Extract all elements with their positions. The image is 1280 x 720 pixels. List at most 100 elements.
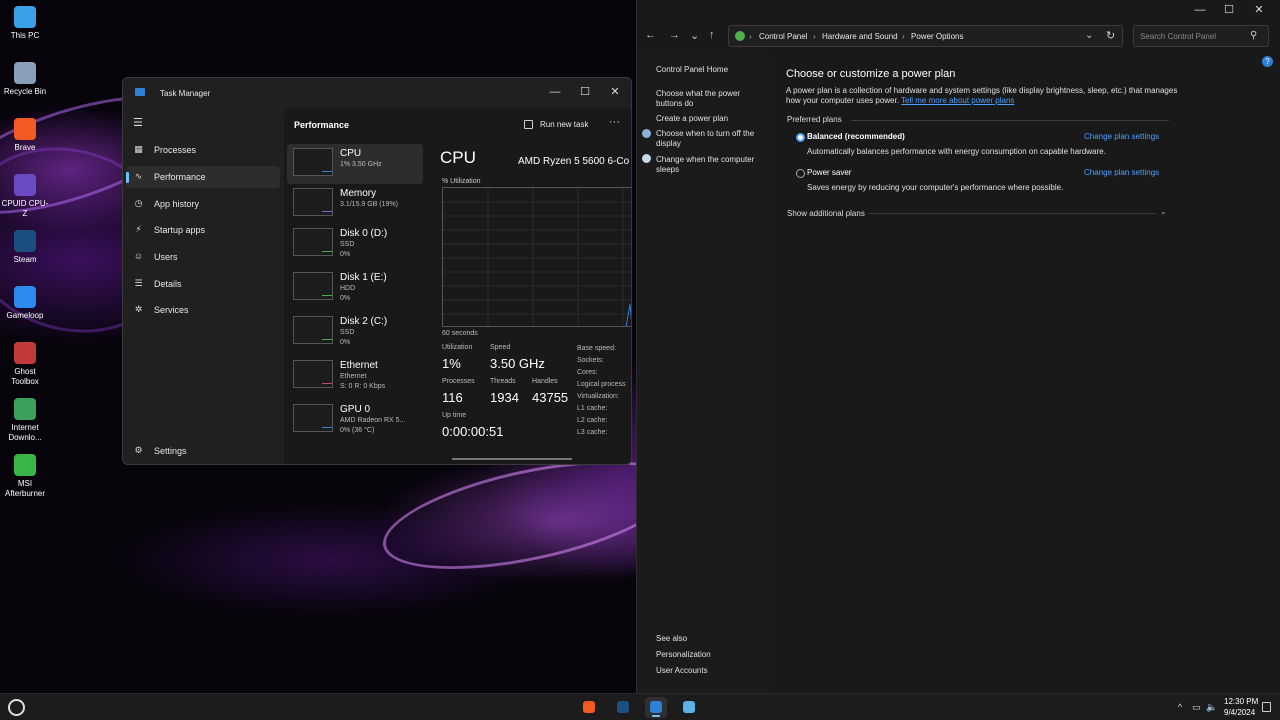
close-button[interactable]: ✕ (601, 82, 629, 102)
nav-item-label: Performance (154, 172, 206, 182)
taskbar-app-brave[interactable] (578, 697, 600, 718)
nav-item-performance[interactable]: ∿ Performance (126, 166, 280, 188)
resource-detail: SSD (340, 329, 355, 336)
forward-arrow-icon[interactable]: → (669, 29, 680, 41)
up-arrow-icon[interactable]: ↑ (709, 29, 715, 41)
resource-item[interactable]: Ethernet Ethernet S: 0 R: 0 Kbps (287, 356, 423, 396)
volume-icon[interactable]: 🔈 (1206, 702, 1217, 713)
nav-item-services[interactable]: ✲ Services (126, 299, 280, 321)
resource-name: Memory (340, 188, 377, 199)
resource-graph-line (322, 427, 332, 430)
desktop-icon-cpuz[interactable]: CPUID CPU-Z (0, 174, 50, 219)
taskbar-app-steam[interactable] (612, 697, 634, 718)
network-icon[interactable]: ▭ (1192, 702, 1201, 713)
desktop-icon-ghost-toolbox[interactable]: Ghost Toolbox (0, 342, 50, 387)
horizontal-scrollbar[interactable] (452, 458, 572, 460)
computer-sleeps-link[interactable]: Change when the computer sleeps (656, 155, 768, 175)
nav-item-details[interactable]: ☰ Details (126, 273, 280, 295)
nav-item-label: Settings (154, 446, 187, 456)
power-buttons-link[interactable]: Choose what the power buttons do (656, 89, 768, 109)
nav-item-app-history[interactable]: ◷ App history (126, 193, 280, 215)
resource-item[interactable]: GPU 0 AMD Radeon RX 5... 0% (36 °C) (287, 400, 423, 440)
control-panel-window[interactable]: — ☐ ✕ ← → ⌄ ↑ › Control Panel › Hardware… (636, 0, 1280, 693)
tray-overflow-icon[interactable]: ^ (1178, 702, 1182, 712)
resource-item[interactable]: CPU 1% 3.50 GHz (287, 144, 423, 184)
desktop-icon-monitor[interactable]: This PC (0, 6, 50, 41)
power-saver-radio[interactable] (796, 169, 805, 178)
task-manager-window[interactable]: Task Manager — ☐ ✕ ☰ ▦ Processes ∿ Performa… (122, 77, 632, 465)
nav-item-processes[interactable]: ▦ Processes (126, 139, 280, 161)
show-additional-plans-toggle[interactable]: Show additional plans (787, 209, 865, 218)
desktop-icon-recycle-bin[interactable]: Recycle Bin (0, 62, 50, 97)
preferred-plans-label: Preferred plans (787, 115, 842, 124)
cpuz-icon (14, 174, 36, 196)
maximize-button[interactable]: ☐ (1215, 0, 1243, 20)
resource-item[interactable]: Disk 0 (D:) SSD 0% (287, 224, 423, 264)
personalization-link[interactable]: Personalization (656, 650, 768, 660)
nav-item-label: Processes (154, 145, 197, 155)
minimize-button[interactable]: — (541, 82, 569, 102)
desktop-icon-internet-download[interactable]: Internet Downlo... (0, 398, 50, 443)
clock-date[interactable]: 9/4/2024 (1224, 708, 1255, 717)
hamburger-menu-icon[interactable]: ☰ (133, 116, 143, 129)
recent-locations-icon[interactable]: ⌄ (690, 29, 699, 42)
breadcrumb-control-panel[interactable]: Control Panel (759, 32, 807, 41)
resource-item[interactable]: Memory 3.1/15.9 GB (19%) (287, 184, 423, 224)
address-bar[interactable]: › Control Panel › Hardware and Sound › P… (728, 25, 1123, 47)
more-options-icon[interactable]: ··· (609, 116, 620, 128)
search-input[interactable]: Search Control Panel ⚲ (1133, 25, 1269, 47)
desktop-icon-brave[interactable]: Brave (0, 118, 50, 153)
resource-item[interactable]: Disk 2 (C:) SSD 0% (287, 312, 423, 352)
breadcrumb-power-options[interactable]: Power Options (911, 32, 963, 41)
resource-name: Disk 0 (D:) (340, 228, 388, 239)
tell-me-more-link[interactable]: Tell me more about power plans (901, 96, 1014, 105)
help-icon[interactable]: ? (1262, 56, 1273, 67)
task-manager-titlebar[interactable]: Task Manager — ☐ ✕ (123, 78, 631, 108)
create-power-plan-link[interactable]: Create a power plan (656, 114, 768, 124)
power-saver-plan-name[interactable]: Power saver (807, 168, 851, 177)
control-panel-icon (683, 701, 695, 713)
cpu-utilization-graph (442, 187, 631, 327)
cpu-spec-label: Sockets: (577, 357, 604, 364)
desktop-icon-steam[interactable]: Steam (0, 230, 50, 265)
performance-icon: ∿ (134, 171, 143, 181)
balanced-plan-radio[interactable] (796, 133, 805, 142)
desktop-icon-gameloop[interactable]: Gameloop (0, 286, 50, 321)
desktop-icon-msi-afterburner[interactable]: MSI Afterburner (0, 454, 50, 499)
change-plan-settings-link[interactable]: Change plan settings (1084, 168, 1159, 177)
resource-thumbnail-graph (293, 188, 333, 216)
nav-item-label: Services (154, 305, 189, 315)
minimize-button[interactable]: — (1186, 0, 1214, 20)
nav-item-users[interactable]: ☺ Users (126, 246, 280, 268)
resource-detail: Ethernet (340, 373, 367, 380)
notification-icon[interactable] (1262, 702, 1271, 712)
user-accounts-link[interactable]: User Accounts (656, 666, 768, 676)
brave-icon (14, 118, 36, 140)
nav-item-startup-apps[interactable]: ⚡ Startup apps (126, 219, 280, 241)
resource-graph-line (322, 383, 332, 386)
resource-detail: 1% 3.50 GHz (340, 161, 382, 168)
taskbar-app-task-manager[interactable] (645, 697, 667, 718)
nav-item-label: Users (154, 252, 178, 262)
close-button[interactable]: ✕ (1245, 0, 1273, 20)
balanced-plan-name[interactable]: Balanced (recommended) (807, 132, 905, 141)
taskbar-app-control-panel[interactable] (678, 697, 700, 718)
control-panel-home-link[interactable]: Control Panel Home (656, 65, 768, 75)
breadcrumb-hardware-and-sound[interactable]: Hardware and Sound (822, 32, 898, 41)
change-plan-settings-link[interactable]: Change plan settings (1084, 132, 1159, 141)
turn-off-display-link[interactable]: Choose when to turn off the display (656, 129, 768, 149)
chevron-down-icon[interactable]: ⌄ (1160, 207, 1167, 216)
back-arrow-icon[interactable]: ← (645, 29, 656, 41)
resource-detail: 0% (340, 251, 351, 258)
address-dropdown-icon[interactable]: ⌄ (1085, 30, 1093, 41)
clock-time[interactable]: 12:30 PM (1224, 697, 1258, 706)
resource-item[interactable]: Disk 1 (E:) HDD 0% (287, 268, 423, 308)
run-new-task-button[interactable]: Run new task (524, 118, 594, 132)
start-button[interactable] (8, 699, 25, 716)
nav-item-settings[interactable]: ⚙ Settings (126, 440, 280, 462)
desktop-icon-label: MSI Afterburner (4, 479, 46, 498)
refresh-icon[interactable]: ↻ (1106, 29, 1115, 42)
task-manager-nav: ☰ ▦ Processes ∿ Performance ◷ App history ⚡ Sta… (123, 108, 283, 464)
resource-graph-line (322, 339, 332, 342)
maximize-button[interactable]: ☐ (571, 82, 599, 102)
